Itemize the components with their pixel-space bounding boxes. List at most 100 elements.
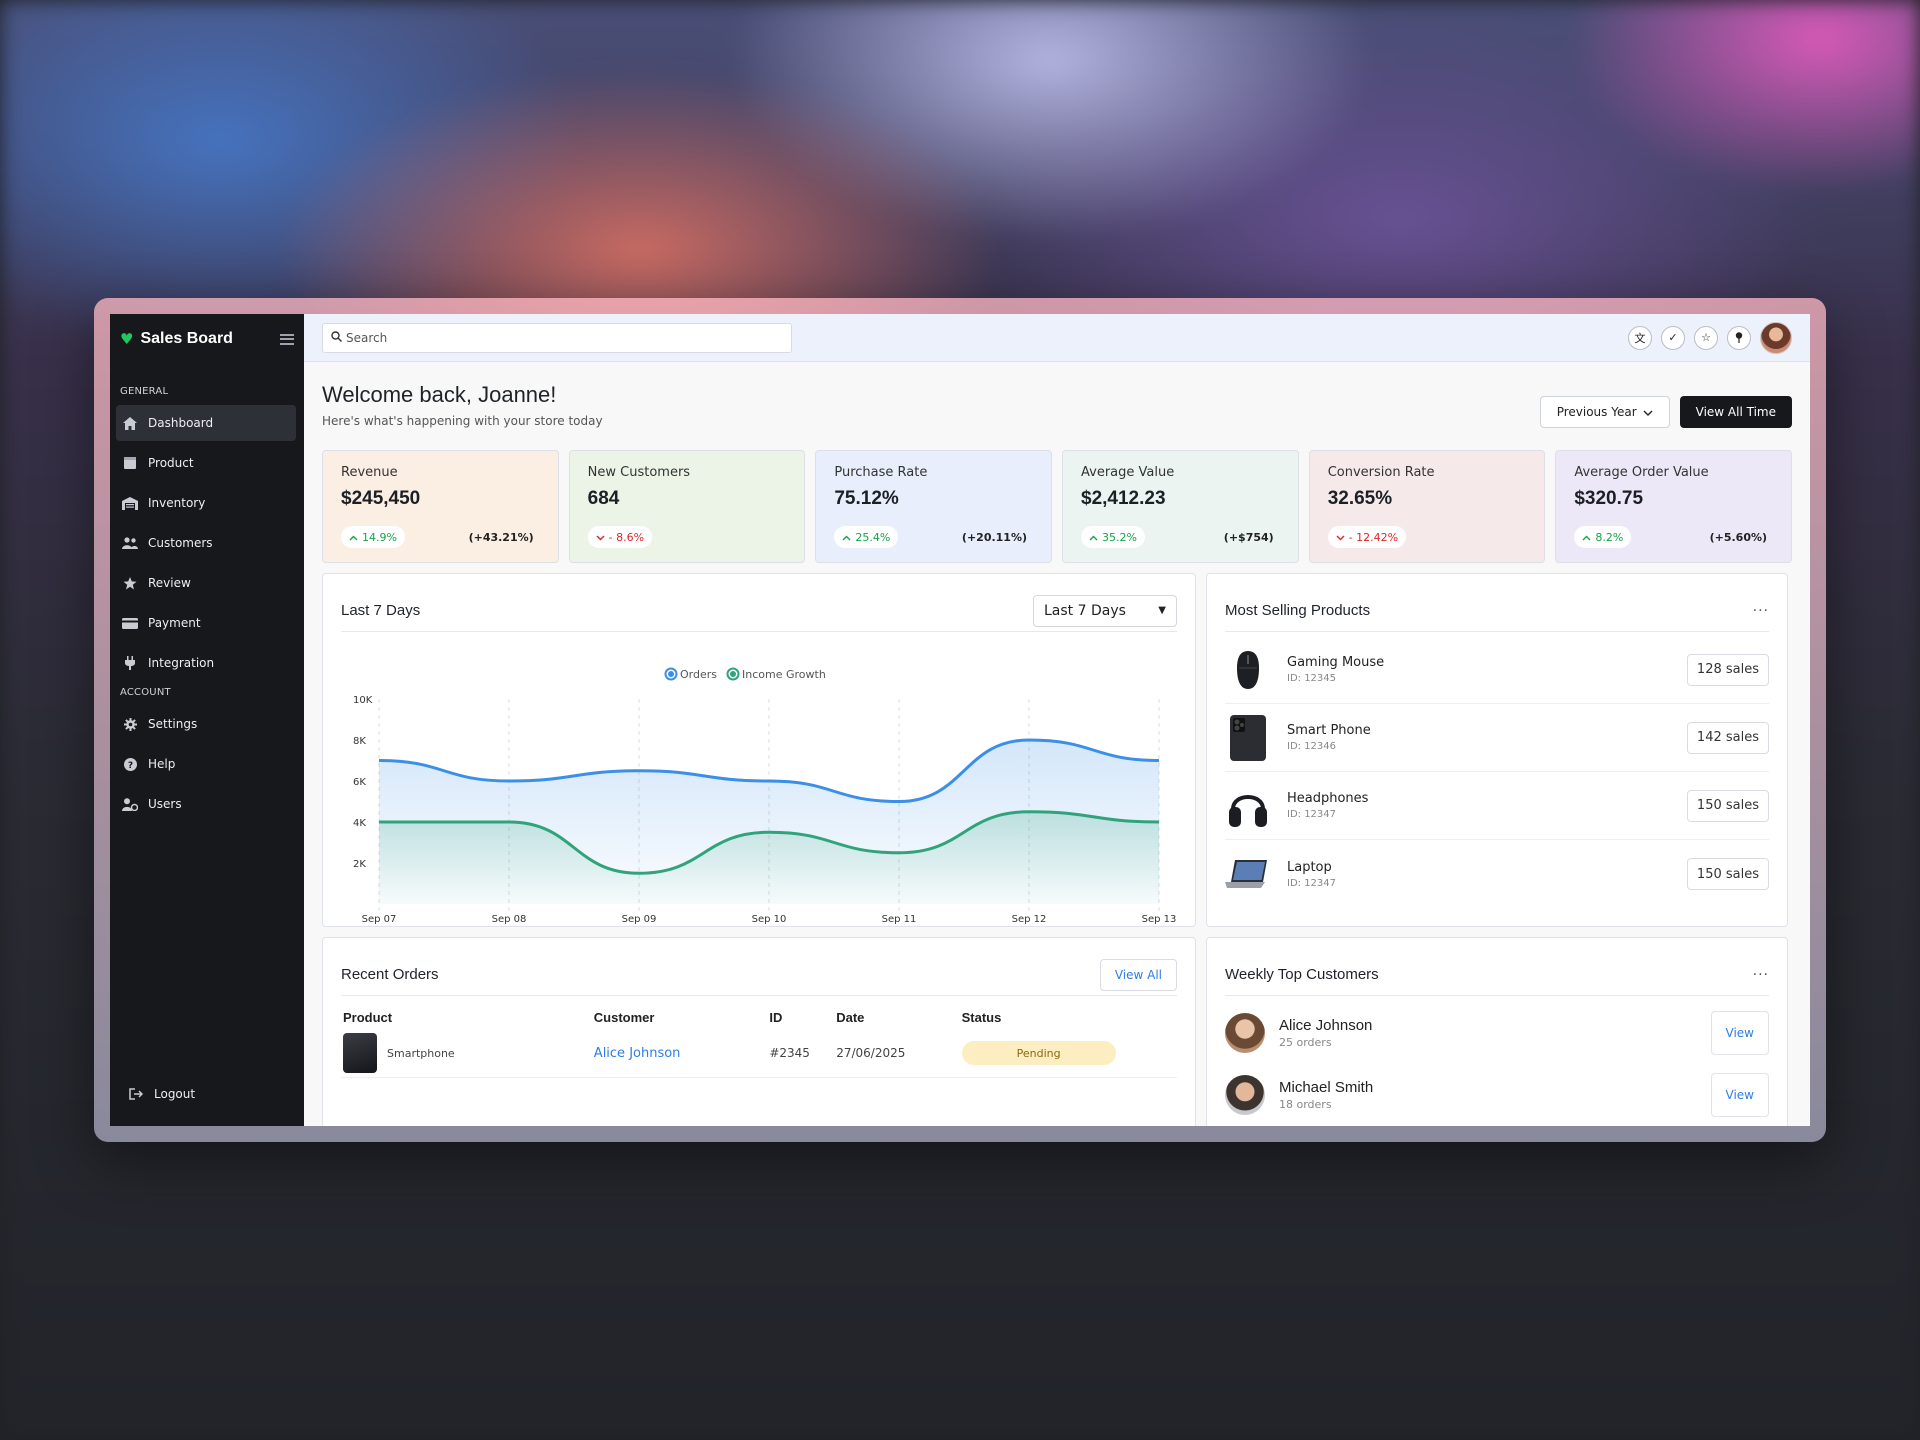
view-customer-button[interactable]: View — [1710, 1011, 1769, 1055]
previous-year-label: Previous Year — [1556, 405, 1637, 419]
list-item[interactable]: Smart Phone ID: 12346 142 sales — [1225, 704, 1769, 772]
kpi-value: 32.65% — [1327, 488, 1393, 509]
last-7-days-panel: Last 7 Days Last 7 Days ▼ 10K 8K 6K 4K 2K Sep… — [322, 573, 1196, 927]
kpi-change-value: 25.4% — [855, 530, 891, 544]
view-customer-button[interactable]: View — [1710, 1073, 1769, 1117]
card-icon — [122, 616, 138, 630]
more-options-icon[interactable]: ··· — [1753, 603, 1769, 619]
orders-panel-header: Recent Orders View All — [341, 956, 1177, 996]
orders-table-header: Product Customer ID Date Status — [341, 1006, 1177, 1029]
y-tick-label: 2K — [353, 859, 366, 870]
y-tick-label: 8K — [353, 736, 366, 747]
product-id: ID: 12345 — [1287, 673, 1337, 684]
mouse-icon — [1225, 647, 1271, 693]
logout-button[interactable]: Logout — [122, 1076, 201, 1112]
section-label-general: GENERAL — [120, 386, 169, 397]
sidebar-item-payment[interactable]: Payment — [116, 605, 296, 641]
line-chart: 10K 8K 6K 4K 2K Sep 07 Sep 08 Sep 09 Sep 10 Sep 1… — [353, 667, 1176, 925]
x-tick-label: Sep 07 — [362, 914, 397, 925]
sidebar-item-users[interactable]: Users — [116, 786, 296, 822]
view-all-orders-button[interactable]: View All — [1099, 958, 1177, 991]
star-outline-icon[interactable]: ☆ — [1694, 325, 1718, 350]
previous-year-dropdown[interactable]: Previous Year — [1539, 396, 1670, 428]
search-input[interactable]: Search — [322, 322, 792, 353]
kpi-card: Average Order Value $320.75 8.2% (+5.60%) — [1555, 450, 1793, 563]
order-customer-link[interactable]: Alice Johnson — [594, 1046, 681, 1061]
list-item[interactable]: Gaming Mouse ID: 12345 128 sales — [1225, 636, 1769, 704]
user-cog-icon — [122, 797, 138, 811]
kpi-card: Average Value $2,412.23 35.2% (+$754) — [1062, 450, 1299, 563]
kpi-card: Purchase Rate 75.12% 25.4% (+20.11%) — [815, 450, 1053, 563]
sidebar-item-product[interactable]: Product — [116, 445, 296, 481]
laptop-icon — [1225, 851, 1271, 897]
product-id: ID: 12347 — [1287, 809, 1337, 820]
kpi-label: Purchase Rate — [834, 465, 928, 480]
sales-count-badge: 150 sales — [1686, 789, 1769, 822]
topbar-icons: 文 ✓ ☆ — [1628, 321, 1792, 354]
range-dropdown[interactable]: Last 7 Days ▼ — [1033, 594, 1177, 627]
more-options-icon[interactable]: ··· — [1753, 967, 1769, 983]
smartphone-thumbnail — [343, 1033, 377, 1073]
product-id: ID: 12346 — [1287, 741, 1337, 752]
dashboard-content: Welcome back, Joanne! Here's what's happ… — [304, 382, 1810, 1126]
list-item[interactable]: Headphones ID: 12347 150 sales — [1225, 772, 1769, 840]
logout-label: Logout — [154, 1087, 196, 1101]
sidebar-item-label: Inventory — [148, 496, 206, 510]
column-header: Customer — [593, 1010, 655, 1025]
sidebar-item-dashboard[interactable]: Dashboard — [116, 405, 296, 441]
kpi-delta: (+5.60%) — [1709, 531, 1768, 544]
most-selling-products-panel: Most Selling Products ··· Gaming Mouse ID… — [1206, 573, 1788, 927]
sidebar-item-inventory[interactable]: Inventory — [116, 485, 296, 521]
hamburger-menu-icon[interactable] — [280, 333, 294, 345]
kpi-delta: (+20.11%) — [961, 531, 1028, 544]
column-header: Status — [961, 1010, 1002, 1025]
logout-icon — [128, 1087, 144, 1101]
check-icon[interactable]: ✓ — [1661, 325, 1685, 350]
orders-table: Product Customer ID Date Status Smartpho… — [341, 1006, 1177, 1078]
plug-icon — [122, 656, 138, 670]
welcome-row: Welcome back, Joanne! Here's what's happ… — [322, 382, 1792, 440]
header-actions: Previous Year View All Time — [1539, 396, 1792, 428]
search-placeholder: Search — [346, 330, 388, 345]
sales-count-badge: 128 sales — [1686, 653, 1769, 686]
sidebar-item-review[interactable]: Review — [116, 565, 296, 601]
sidebar-item-customers[interactable]: Customers — [116, 525, 296, 561]
sidebar-item-label: Payment — [148, 616, 201, 630]
arrow-up-icon — [842, 531, 851, 544]
translate-icon[interactable]: 文 — [1628, 325, 1652, 350]
kpi-change-chip: 8.2% — [1574, 526, 1632, 548]
view-all-time-button[interactable]: View All Time — [1679, 396, 1792, 428]
y-tick-label: 6K — [353, 777, 366, 788]
sales-count-badge: 142 sales — [1686, 721, 1769, 754]
kpi-label: New Customers — [587, 465, 691, 480]
product-name: Laptop — [1287, 859, 1332, 875]
arrow-up-icon — [1089, 531, 1098, 544]
kpi-change-value: 14.9% — [362, 530, 397, 544]
pin-icon[interactable] — [1727, 325, 1751, 350]
page-subtitle: Here's what's happening with your store … — [322, 414, 603, 428]
x-tick-label: Sep 09 — [622, 914, 657, 925]
orders-panel-title: Recent Orders — [341, 966, 439, 983]
sidebar-item-label: Product — [148, 456, 194, 470]
headphones-icon — [1225, 783, 1271, 829]
sidebar-item-help[interactable]: ? Help — [116, 746, 296, 782]
y-tick-label: 4K — [353, 818, 366, 829]
customer-orders: 18 orders — [1279, 1098, 1332, 1111]
products-panel-title: Most Selling Products — [1225, 602, 1371, 619]
order-id: #2345 — [767, 1029, 835, 1078]
warehouse-icon — [122, 496, 138, 510]
avatar — [1225, 1013, 1265, 1053]
products-panel-header: Most Selling Products ··· — [1225, 592, 1769, 632]
table-row[interactable]: Smartphone Alice Johnson #2345 27/06/202… — [341, 1029, 1177, 1078]
kpi-value: 75.12% — [834, 488, 899, 509]
list-item[interactable]: Laptop ID: 12347 150 sales — [1225, 840, 1769, 908]
products-list: Gaming Mouse ID: 12345 128 sales Smart Phon… — [1225, 636, 1769, 908]
user-avatar[interactable] — [1760, 321, 1792, 354]
kpi-card: Conversion Rate 32.65% - 12.42% — [1308, 450, 1546, 563]
chevron-down-icon — [1643, 405, 1653, 419]
legend-label: Orders — [680, 668, 717, 681]
sidebar-item-integration[interactable]: Integration — [116, 645, 296, 681]
y-tick-label: 10K — [353, 695, 373, 706]
x-tick-label: Sep 11 — [882, 914, 917, 925]
sidebar-item-settings[interactable]: Settings — [116, 706, 296, 742]
